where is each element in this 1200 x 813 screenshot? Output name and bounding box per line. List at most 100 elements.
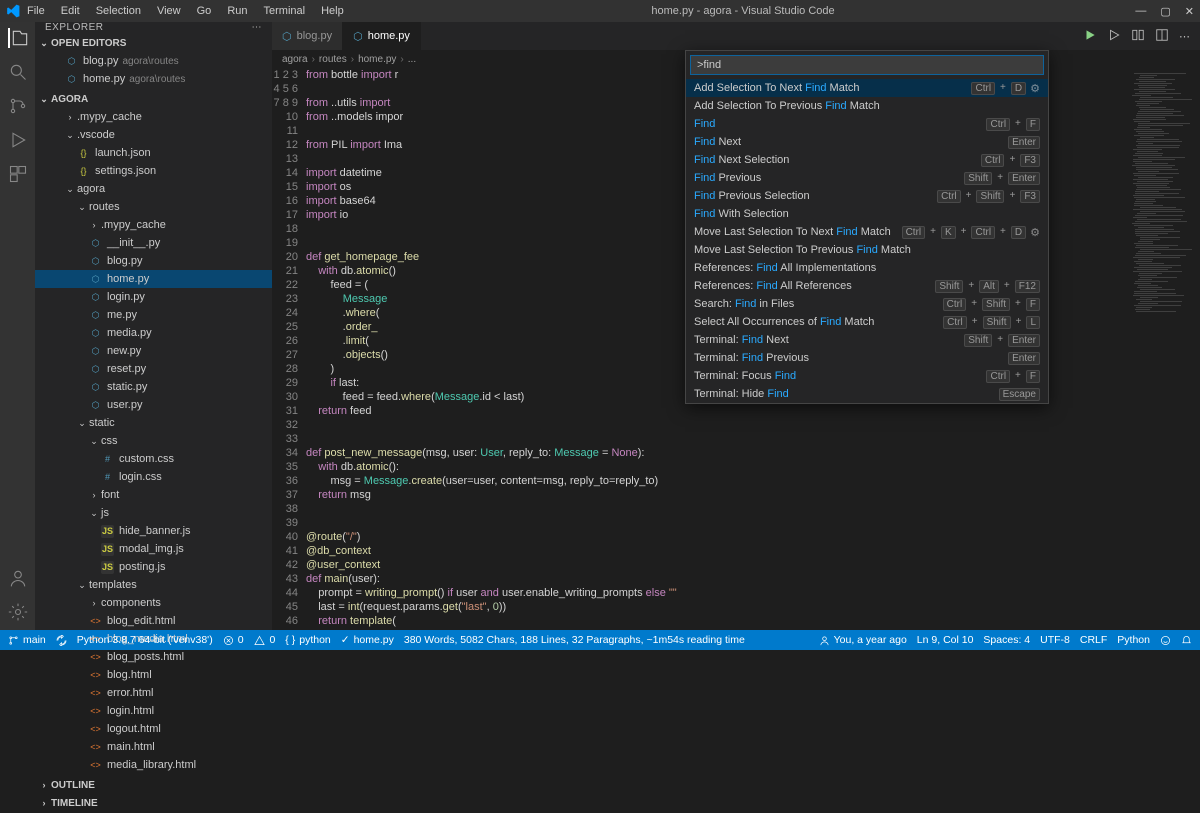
command-palette-item[interactable]: Add Selection To Previous Find Match	[686, 97, 1048, 115]
menu-selection[interactable]: Selection	[89, 3, 148, 19]
command-palette-item[interactable]: Find With Selection	[686, 205, 1048, 223]
split-editor-icon[interactable]	[1155, 28, 1169, 45]
file-status[interactable]: ✓ home.py	[341, 634, 394, 646]
file-item[interactable]: {}launch.json	[35, 144, 272, 162]
file-item[interactable]: <>main.html	[35, 738, 272, 756]
file-item[interactable]: ⬡media.py	[35, 324, 272, 342]
command-palette-item[interactable]: References: Find All Implementations	[686, 259, 1048, 277]
cursor-position[interactable]: Ln 9, Col 10	[917, 634, 974, 646]
file-item[interactable]: JShide_banner.js	[35, 522, 272, 540]
folder-item[interactable]: ⌄agora	[35, 180, 272, 198]
eol[interactable]: CRLF	[1080, 634, 1107, 646]
python-env[interactable]: Python 3.8.7 64-bit ('venv38')	[77, 634, 213, 646]
file-item[interactable]: <>login.html	[35, 702, 272, 720]
file-item[interactable]: ⬡__init__.py	[35, 234, 272, 252]
command-palette-item[interactable]: References: Find All ReferencesShift+Alt…	[686, 277, 1048, 295]
folder-item[interactable]: ›components	[35, 594, 272, 612]
open-editor-item[interactable]: ⬡home.pyagora\routes	[35, 70, 272, 88]
encoding[interactable]: UTF-8	[1040, 634, 1070, 646]
command-palette-item[interactable]: Find Next SelectionCtrl+F3	[686, 151, 1048, 169]
gear-icon[interactable]: ⚙	[1030, 82, 1040, 95]
command-palette-input[interactable]	[690, 55, 1044, 75]
command-palette-item[interactable]: Terminal: Find PreviousEnter	[686, 349, 1048, 367]
problems[interactable]: 0 0	[223, 634, 276, 646]
folder-item[interactable]: ⌄templates	[35, 576, 272, 594]
folder-item[interactable]: ›.mypy_cache	[35, 108, 272, 126]
file-item[interactable]: ⬡home.py	[35, 270, 272, 288]
file-item[interactable]: <>error.html	[35, 684, 272, 702]
file-item[interactable]: <>logout.html	[35, 720, 272, 738]
file-item[interactable]: <>blog.html	[35, 666, 272, 684]
git-branch[interactable]: main	[8, 634, 46, 646]
account-icon[interactable]	[8, 568, 28, 588]
command-palette-item[interactable]: Terminal: Focus FindCtrl+F	[686, 367, 1048, 385]
project-section[interactable]: ⌄AGORA	[35, 90, 272, 108]
folder-item[interactable]: ⌄css	[35, 432, 272, 450]
file-item[interactable]: ⬡static.py	[35, 378, 272, 396]
open-editors-section[interactable]: ⌄OPEN EDITORS	[35, 34, 272, 52]
command-palette-item[interactable]: Search: Find in FilesCtrl+Shift+F	[686, 295, 1048, 313]
maximize-button[interactable]: ▢	[1160, 5, 1170, 18]
file-item[interactable]: ⬡reset.py	[35, 360, 272, 378]
file-item[interactable]: <>blog_edit.html	[35, 612, 272, 630]
folder-item[interactable]: ⌄static	[35, 414, 272, 432]
menu-run[interactable]: Run	[220, 3, 254, 19]
folder-item[interactable]: ›font	[35, 486, 272, 504]
run-debug-icon[interactable]	[8, 130, 28, 150]
file-item[interactable]: ⬡user.py	[35, 396, 272, 414]
gear-icon[interactable]: ⚙	[1030, 226, 1040, 239]
file-item[interactable]: ⬡me.py	[35, 306, 272, 324]
menu-go[interactable]: Go	[190, 3, 219, 19]
command-palette-item[interactable]: Select All Occurrences of Find MatchCtrl…	[686, 313, 1048, 331]
command-palette-item[interactable]: Move Last Selection To Next Find MatchCt…	[686, 223, 1048, 241]
folder-item[interactable]: ⌄js	[35, 504, 272, 522]
menu-help[interactable]: Help	[314, 3, 351, 19]
menu-file[interactable]: File	[20, 3, 52, 19]
command-palette-item[interactable]: Terminal: Find NextShift+Enter	[686, 331, 1048, 349]
editor-tab[interactable]: ⬡home.py	[343, 22, 421, 50]
context[interactable]: { } python	[285, 634, 330, 646]
word-count[interactable]: 380 Words, 5082 Chars, 188 Lines, 32 Par…	[404, 634, 745, 646]
command-palette-item[interactable]: Find Previous SelectionCtrl+Shift+F3	[686, 187, 1048, 205]
settings-gear-icon[interactable]	[8, 602, 28, 622]
file-item[interactable]: ⬡new.py	[35, 342, 272, 360]
close-button[interactable]: ✕	[1185, 5, 1194, 18]
file-item[interactable]: JSmodal_img.js	[35, 540, 272, 558]
file-item[interactable]: <>blog_posts.html	[35, 648, 272, 666]
extensions-icon[interactable]	[8, 164, 28, 184]
file-item[interactable]: JSposting.js	[35, 558, 272, 576]
file-item[interactable]: #login.css	[35, 468, 272, 486]
command-palette-item[interactable]: Add Selection To Next Find MatchCtrl+D⚙	[686, 79, 1048, 97]
minimap[interactable]	[1130, 68, 1200, 630]
command-palette-item[interactable]: Terminal: Hide FindEscape	[686, 385, 1048, 403]
notifications-icon[interactable]	[1181, 635, 1192, 646]
command-palette-item[interactable]: Move Last Selection To Previous Find Mat…	[686, 241, 1048, 259]
search-icon[interactable]	[8, 62, 28, 82]
menu-edit[interactable]: Edit	[54, 3, 87, 19]
command-palette-item[interactable]: Find NextEnter	[686, 133, 1048, 151]
file-item[interactable]: #custom.css	[35, 450, 272, 468]
git-blame[interactable]: You, a year ago	[819, 634, 907, 646]
source-control-icon[interactable]	[8, 96, 28, 116]
run-icon[interactable]	[1083, 28, 1097, 45]
run-debug-small-icon[interactable]	[1107, 28, 1121, 45]
more-actions-icon[interactable]: ⋯	[1179, 30, 1190, 43]
indentation[interactable]: Spaces: 4	[983, 634, 1030, 646]
explorer-icon[interactable]	[8, 28, 28, 48]
folder-item[interactable]: ›.mypy_cache	[35, 216, 272, 234]
minimize-button[interactable]: —	[1135, 5, 1146, 18]
timeline-section[interactable]: ›TIMELINE	[35, 794, 272, 812]
menu-terminal[interactable]: Terminal	[257, 3, 313, 19]
outline-section[interactable]: ›OUTLINE	[35, 776, 272, 794]
sync-button[interactable]	[56, 635, 67, 646]
editor-tab[interactable]: ⬡blog.py	[272, 22, 343, 50]
language-mode[interactable]: Python	[1117, 634, 1150, 646]
feedback-icon[interactable]	[1160, 635, 1171, 646]
command-palette-item[interactable]: FindCtrl+F	[686, 115, 1048, 133]
folder-item[interactable]: ⌄routes	[35, 198, 272, 216]
file-item[interactable]: <>media_library.html	[35, 756, 272, 774]
file-item[interactable]: {}settings.json	[35, 162, 272, 180]
file-item[interactable]: ⬡blog.py	[35, 252, 272, 270]
menu-view[interactable]: View	[150, 3, 188, 19]
command-palette-item[interactable]: Find PreviousShift+Enter	[686, 169, 1048, 187]
